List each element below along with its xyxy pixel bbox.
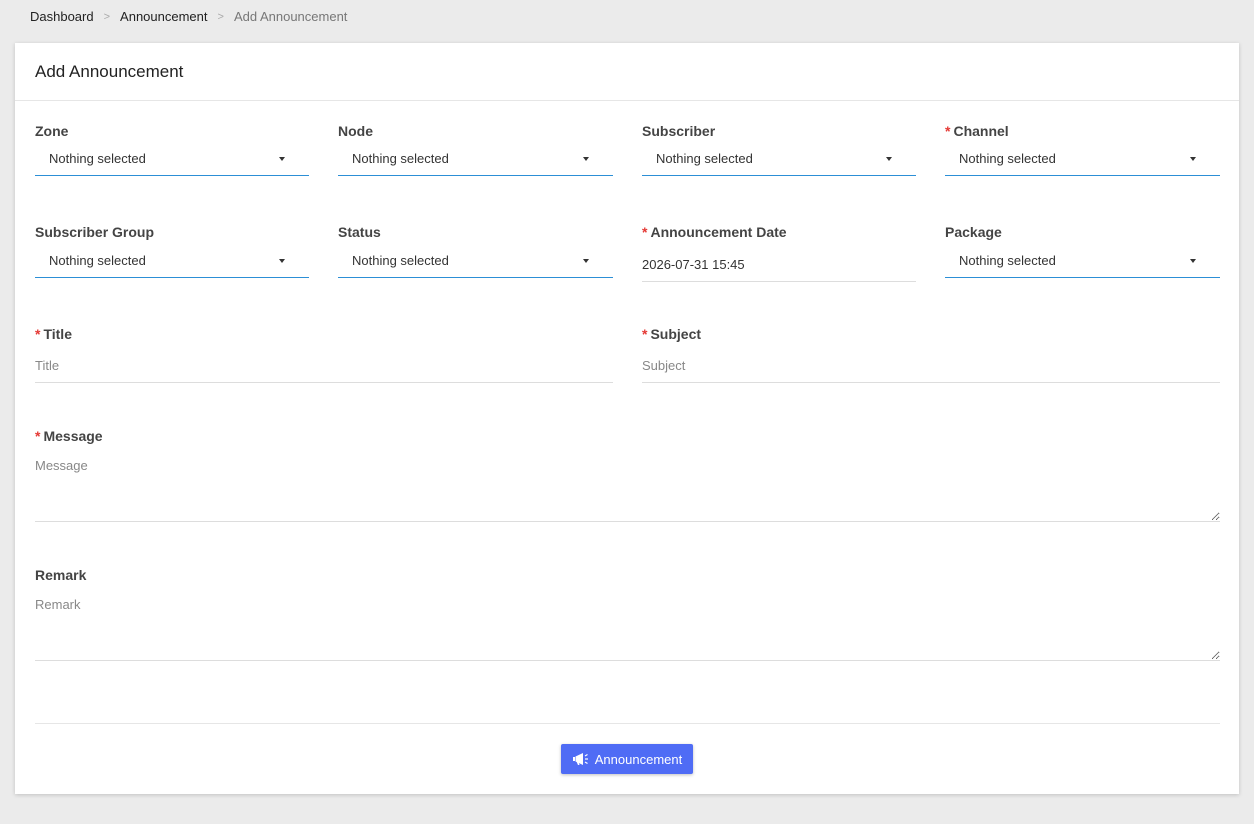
- node-label: Node: [338, 123, 373, 139]
- message-label: * Message: [35, 428, 103, 444]
- zone-field: Zone Nothing selected: [35, 123, 309, 180]
- subscriber-field: Subscriber Nothing selected: [642, 123, 916, 180]
- caret-down-icon: [1190, 156, 1196, 161]
- required-marker: *: [35, 428, 41, 444]
- add-announcement-card: Add Announcement Zone Nothing selected N…: [15, 43, 1239, 794]
- zone-label: Zone: [35, 123, 69, 139]
- caret-down-icon: [1190, 258, 1196, 263]
- breadcrumb-add-announcement: Add Announcement: [233, 9, 348, 24]
- breadcrumb-announcement[interactable]: Announcement: [120, 9, 207, 24]
- required-marker: *: [642, 326, 648, 342]
- required-marker: *: [945, 123, 951, 139]
- divider: [35, 723, 1220, 724]
- subscriber-group-field: Subscriber Group Nothing selected: [35, 224, 309, 282]
- channel-select-value: Nothing selected: [959, 151, 1056, 166]
- title-label: * Title: [35, 326, 72, 342]
- breadcrumb: Dashboard > Announcement > Add Announcem…: [30, 9, 347, 24]
- caret-down-icon: [583, 258, 589, 263]
- announcement-date-field: * Announcement Date: [642, 224, 916, 282]
- subscriber-select-value: Nothing selected: [656, 151, 753, 166]
- caret-down-icon: [583, 156, 589, 161]
- channel-field: * Channel Nothing selected: [945, 123, 1220, 180]
- zone-select-value: Nothing selected: [49, 151, 146, 166]
- status-select-value: Nothing selected: [352, 253, 449, 268]
- channel-select[interactable]: Nothing selected: [945, 142, 1220, 176]
- subject-input[interactable]: [642, 348, 1220, 383]
- subscriber-group-label: Subscriber Group: [35, 224, 155, 240]
- node-field: Node Nothing selected: [338, 123, 613, 180]
- remark-label: Remark: [35, 567, 87, 583]
- caret-down-icon: [279, 156, 285, 161]
- channel-label: * Channel: [945, 123, 1009, 139]
- package-select-value: Nothing selected: [959, 253, 1056, 268]
- remark-field: Remark: [35, 567, 1220, 661]
- status-field: Status Nothing selected: [338, 224, 613, 282]
- subscriber-group-select[interactable]: Nothing selected: [35, 244, 309, 278]
- caret-down-icon: [886, 156, 892, 161]
- message-textarea[interactable]: [35, 458, 1220, 522]
- subscriber-select[interactable]: Nothing selected: [642, 142, 916, 176]
- breadcrumb-dashboard[interactable]: Dashboard: [30, 9, 94, 24]
- node-select-value: Nothing selected: [352, 151, 449, 166]
- status-select[interactable]: Nothing selected: [338, 244, 613, 278]
- package-select[interactable]: Nothing selected: [945, 244, 1220, 278]
- subject-label: * Subject: [642, 326, 702, 342]
- required-marker: *: [642, 224, 648, 240]
- node-select[interactable]: Nothing selected: [338, 142, 613, 176]
- title-field: * Title: [35, 326, 613, 383]
- breadcrumb-separator: >: [103, 10, 111, 23]
- announcement-date-label: * Announcement Date: [642, 224, 787, 240]
- package-field: Package Nothing selected: [945, 224, 1220, 282]
- required-marker: *: [35, 326, 41, 342]
- subject-field: * Subject: [642, 326, 1220, 383]
- remark-textarea[interactable]: [35, 597, 1220, 661]
- announcement-date-input[interactable]: [642, 247, 916, 282]
- subscriber-label: Subscriber: [642, 123, 716, 139]
- announcement-submit-button[interactable]: Announcement: [561, 744, 693, 774]
- caret-down-icon: [279, 258, 285, 263]
- card-title: Add Announcement: [15, 43, 1239, 101]
- subscriber-group-select-value: Nothing selected: [49, 253, 146, 268]
- breadcrumb-separator: >: [217, 10, 224, 23]
- message-field: * Message: [35, 428, 1220, 522]
- announcement-button-label: Announcement: [594, 751, 683, 767]
- megaphone-icon: [572, 752, 590, 766]
- zone-select[interactable]: Nothing selected: [35, 142, 309, 176]
- title-input[interactable]: [35, 348, 613, 383]
- status-label: Status: [338, 224, 381, 240]
- package-label: Package: [945, 224, 1002, 240]
